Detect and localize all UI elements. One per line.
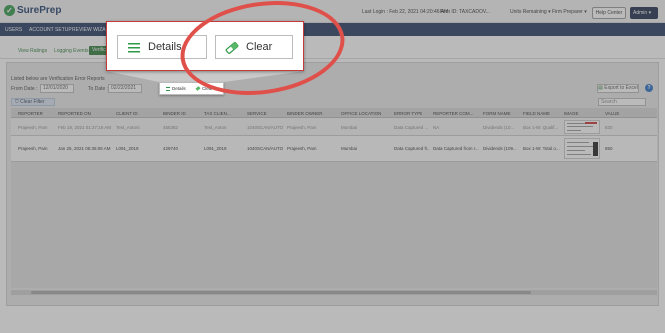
list-icon [166, 86, 170, 91]
list-icon [128, 43, 140, 53]
eraser-icon [195, 86, 201, 92]
zoom-details-label: Details [148, 41, 182, 53]
details-button[interactable]: Details [166, 85, 186, 93]
details-label: Details [172, 86, 186, 91]
